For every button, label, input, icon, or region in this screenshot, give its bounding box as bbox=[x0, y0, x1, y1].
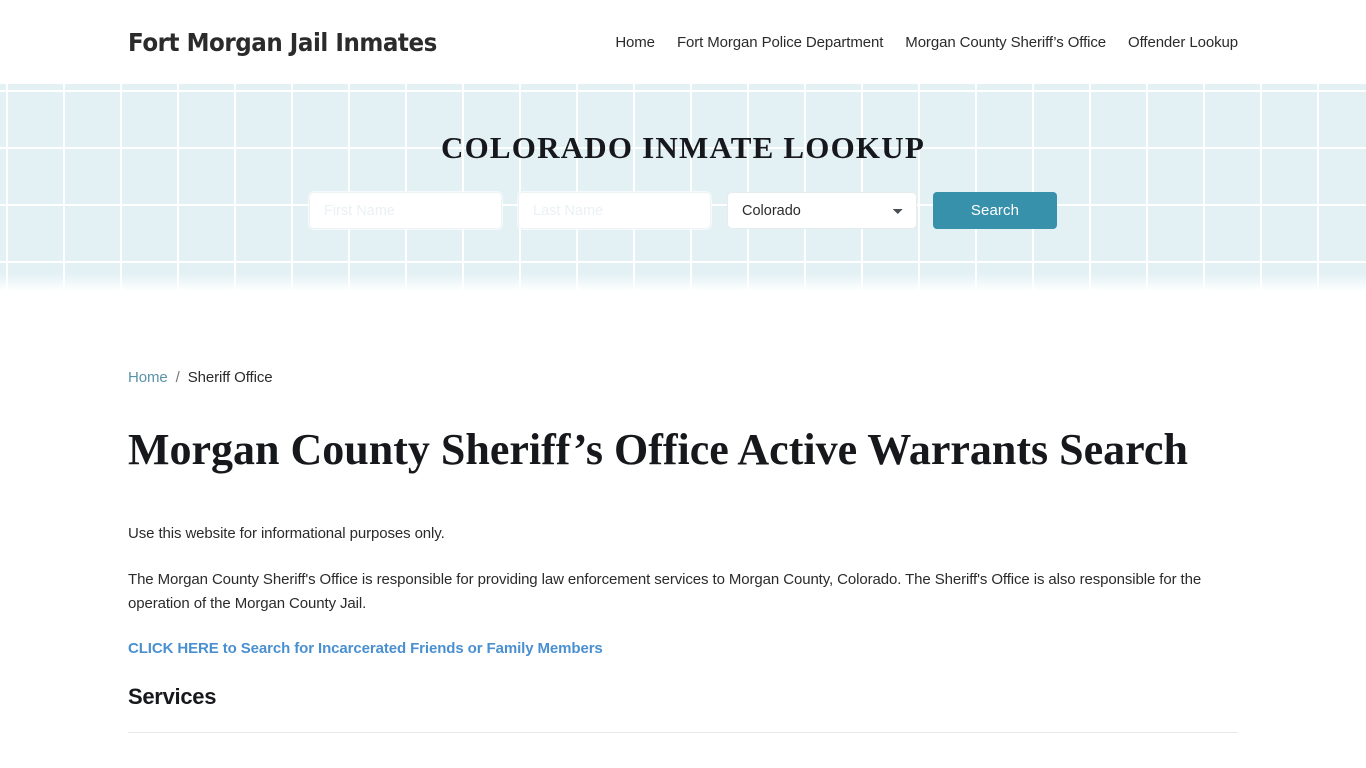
main-content: Home / Sheriff Office Morgan County Sher… bbox=[0, 299, 1366, 734]
nav-item-offender-lookup[interactable]: Offender Lookup bbox=[1128, 34, 1238, 51]
services-section-title: Services bbox=[128, 684, 217, 710]
inmate-search-form: Colorado Search bbox=[0, 192, 1366, 229]
hero-inner: COLORADO INMATE LOOKUP Colorado Search bbox=[0, 84, 1366, 229]
last-name-input[interactable] bbox=[518, 192, 711, 229]
inmate-search-cta-link[interactable]: CLICK HERE to Search for Incarcerated Fr… bbox=[128, 640, 603, 657]
breadcrumb: Home / Sheriff Office bbox=[128, 369, 1238, 386]
page-title: Morgan County Sheriff’s Office Active Wa… bbox=[128, 425, 1188, 474]
first-name-input[interactable] bbox=[309, 192, 502, 229]
description-paragraph: The Morgan County Sheriff's Office is re… bbox=[128, 571, 1202, 613]
nav-item-fort-morgan-police-department[interactable]: Fort Morgan Police Department bbox=[677, 34, 883, 51]
state-select[interactable]: Colorado bbox=[727, 192, 917, 229]
breadcrumb-item-current: Sheriff Office bbox=[187, 369, 273, 386]
search-button[interactable]: Search bbox=[933, 192, 1057, 229]
intro-paragraph: Use this website for informational purpo… bbox=[128, 525, 445, 543]
nav-item-morgan-county-sheriffs-office[interactable]: Morgan County Sheriff’s Office bbox=[905, 34, 1106, 51]
site-header: Fort Morgan Jail Inmates Home Fort Morga… bbox=[0, 0, 1366, 84]
hero-title: COLORADO INMATE LOOKUP bbox=[441, 130, 925, 165]
nav-item-home[interactable]: Home bbox=[615, 34, 655, 51]
breadcrumb-separator: / bbox=[175, 369, 180, 386]
breadcrumb-item-home[interactable]: Home bbox=[128, 369, 168, 386]
section-divider bbox=[128, 732, 1238, 734]
site-logo[interactable]: Fort Morgan Jail Inmates bbox=[128, 28, 437, 57]
main-navigation: Home Fort Morgan Police Department Morga… bbox=[615, 34, 1238, 51]
hero-search-banner: COLORADO INMATE LOOKUP Colorado Search bbox=[0, 84, 1366, 299]
